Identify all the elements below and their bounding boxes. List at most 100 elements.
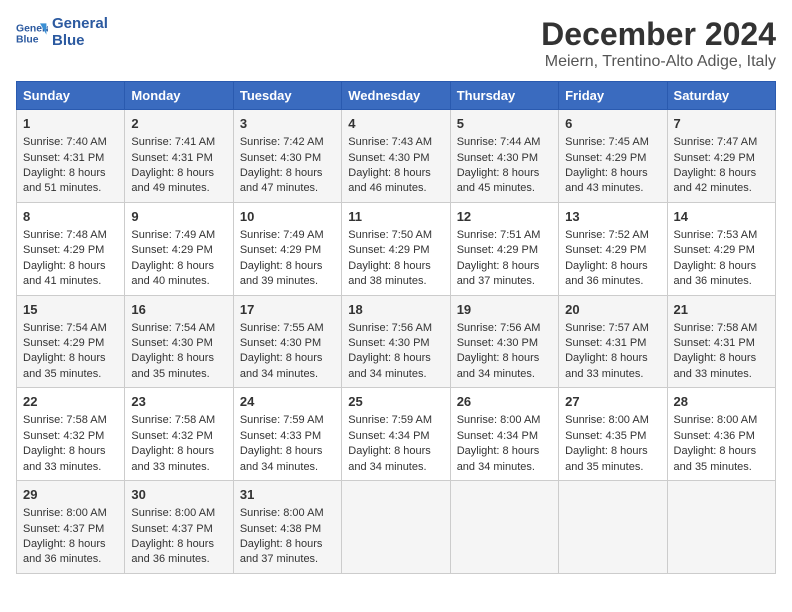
day-number: 16	[131, 301, 226, 319]
cell-line: and 33 minutes.	[565, 367, 660, 382]
cell-line: Sunset: 4:31 PM	[131, 151, 226, 166]
day-number: 13	[565, 208, 660, 226]
calendar-cell	[559, 481, 667, 574]
cell-line: Sunset: 4:29 PM	[23, 336, 118, 351]
day-number: 11	[348, 208, 443, 226]
header: General Blue General Blue December 2024 …	[16, 16, 776, 71]
day-number: 7	[674, 115, 769, 133]
cell-line: Sunrise: 7:57 AM	[565, 321, 660, 336]
cell-line: Sunrise: 7:52 AM	[565, 228, 660, 243]
cell-line: Sunset: 4:30 PM	[457, 151, 552, 166]
cell-line: Sunset: 4:30 PM	[131, 336, 226, 351]
cell-line: Daylight: 8 hours	[348, 444, 443, 459]
col-header-thursday: Thursday	[450, 82, 558, 110]
cell-line: and 43 minutes.	[565, 181, 660, 196]
cell-line: Daylight: 8 hours	[348, 166, 443, 181]
cell-line: Sunset: 4:38 PM	[240, 522, 335, 537]
cell-line: Sunrise: 8:00 AM	[23, 506, 118, 521]
cell-line: Sunset: 4:29 PM	[457, 243, 552, 258]
cell-line: Sunset: 4:33 PM	[240, 429, 335, 444]
calendar-cell: 5Sunrise: 7:44 AMSunset: 4:30 PMDaylight…	[450, 110, 558, 203]
logo-text-general: General	[52, 16, 108, 33]
cell-line: and 35 minutes.	[131, 367, 226, 382]
cell-line: and 47 minutes.	[240, 181, 335, 196]
cell-line: Daylight: 8 hours	[674, 259, 769, 274]
cell-line: Sunset: 4:31 PM	[674, 336, 769, 351]
cell-line: Sunrise: 8:00 AM	[131, 506, 226, 521]
day-number: 18	[348, 301, 443, 319]
calendar-cell: 23Sunrise: 7:58 AMSunset: 4:32 PMDayligh…	[125, 388, 233, 481]
calendar-cell	[667, 481, 775, 574]
cell-line: and 34 minutes.	[457, 367, 552, 382]
calendar-cell: 10Sunrise: 7:49 AMSunset: 4:29 PMDayligh…	[233, 202, 341, 295]
cell-line: Sunrise: 7:58 AM	[23, 413, 118, 428]
cell-line: and 37 minutes.	[457, 274, 552, 289]
day-number: 25	[348, 393, 443, 411]
day-number: 12	[457, 208, 552, 226]
calendar-cell: 26Sunrise: 8:00 AMSunset: 4:34 PMDayligh…	[450, 388, 558, 481]
cell-line: Sunrise: 7:45 AM	[565, 135, 660, 150]
cell-line: Sunrise: 7:56 AM	[348, 321, 443, 336]
cell-line: Sunrise: 8:00 AM	[240, 506, 335, 521]
day-number: 20	[565, 301, 660, 319]
title-area: December 2024 Meiern, Trentino-Alto Adig…	[541, 16, 776, 71]
cell-line: Daylight: 8 hours	[457, 259, 552, 274]
cell-line: Sunset: 4:32 PM	[131, 429, 226, 444]
cell-line: Sunset: 4:30 PM	[348, 151, 443, 166]
calendar-cell: 4Sunrise: 7:43 AMSunset: 4:30 PMDaylight…	[342, 110, 450, 203]
calendar-cell: 11Sunrise: 7:50 AMSunset: 4:29 PMDayligh…	[342, 202, 450, 295]
day-number: 24	[240, 393, 335, 411]
cell-line: and 40 minutes.	[131, 274, 226, 289]
cell-line: Daylight: 8 hours	[23, 166, 118, 181]
cell-line: and 33 minutes.	[674, 367, 769, 382]
cell-line: Daylight: 8 hours	[23, 444, 118, 459]
cell-line: Sunrise: 8:00 AM	[565, 413, 660, 428]
cell-line: Daylight: 8 hours	[565, 166, 660, 181]
cell-line: and 42 minutes.	[674, 181, 769, 196]
day-number: 19	[457, 301, 552, 319]
day-number: 6	[565, 115, 660, 133]
calendar-cell: 28Sunrise: 8:00 AMSunset: 4:36 PMDayligh…	[667, 388, 775, 481]
day-number: 28	[674, 393, 769, 411]
cell-line: and 34 minutes.	[240, 367, 335, 382]
day-number: 26	[457, 393, 552, 411]
cell-line: Daylight: 8 hours	[131, 537, 226, 552]
cell-line: and 36 minutes.	[23, 552, 118, 567]
calendar-cell: 19Sunrise: 7:56 AMSunset: 4:30 PMDayligh…	[450, 295, 558, 388]
cell-line: Sunrise: 7:53 AM	[674, 228, 769, 243]
subtitle: Meiern, Trentino-Alto Adige, Italy	[541, 53, 776, 71]
cell-line: Sunset: 4:32 PM	[23, 429, 118, 444]
cell-line: Sunrise: 7:43 AM	[348, 135, 443, 150]
day-number: 14	[674, 208, 769, 226]
cell-line: Sunset: 4:29 PM	[565, 243, 660, 258]
cell-line: Sunrise: 7:54 AM	[23, 321, 118, 336]
cell-line: Sunrise: 7:50 AM	[348, 228, 443, 243]
cell-line: Daylight: 8 hours	[674, 166, 769, 181]
cell-line: Sunset: 4:37 PM	[131, 522, 226, 537]
logo-icon: General Blue	[16, 17, 48, 49]
day-number: 9	[131, 208, 226, 226]
cell-line: Sunset: 4:30 PM	[348, 336, 443, 351]
calendar-cell: 22Sunrise: 7:58 AMSunset: 4:32 PMDayligh…	[17, 388, 125, 481]
day-number: 5	[457, 115, 552, 133]
calendar-cell: 24Sunrise: 7:59 AMSunset: 4:33 PMDayligh…	[233, 388, 341, 481]
calendar-cell: 7Sunrise: 7:47 AMSunset: 4:29 PMDaylight…	[667, 110, 775, 203]
cell-line: Sunrise: 8:00 AM	[457, 413, 552, 428]
calendar-table: SundayMondayTuesdayWednesdayThursdayFrid…	[16, 81, 776, 574]
calendar-cell: 17Sunrise: 7:55 AMSunset: 4:30 PMDayligh…	[233, 295, 341, 388]
calendar-cell: 13 Sunrise: 7:52 AMSunset: 4:29 PMDayligh…	[559, 202, 667, 295]
cell-line: and 39 minutes.	[240, 274, 335, 289]
cell-line: Sunrise: 7:59 AM	[348, 413, 443, 428]
col-header-monday: Monday	[125, 82, 233, 110]
cell-line: Daylight: 8 hours	[565, 259, 660, 274]
week-row-5: 29Sunrise: 8:00 AMSunset: 4:37 PMDayligh…	[17, 481, 776, 574]
cell-line: Sunrise: 7:47 AM	[674, 135, 769, 150]
calendar-cell: 8Sunrise: 7:48 AMSunset: 4:29 PMDaylight…	[17, 202, 125, 295]
cell-line: Sunrise: 7:59 AM	[240, 413, 335, 428]
cell-line: and 34 minutes.	[457, 460, 552, 475]
cell-line: Sunrise: 7:51 AM	[457, 228, 552, 243]
cell-line: and 36 minutes.	[131, 552, 226, 567]
col-header-wednesday: Wednesday	[342, 82, 450, 110]
calendar-cell: 2Sunrise: 7:41 AMSunset: 4:31 PMDaylight…	[125, 110, 233, 203]
cell-line: Sunrise: 7:54 AM	[131, 321, 226, 336]
